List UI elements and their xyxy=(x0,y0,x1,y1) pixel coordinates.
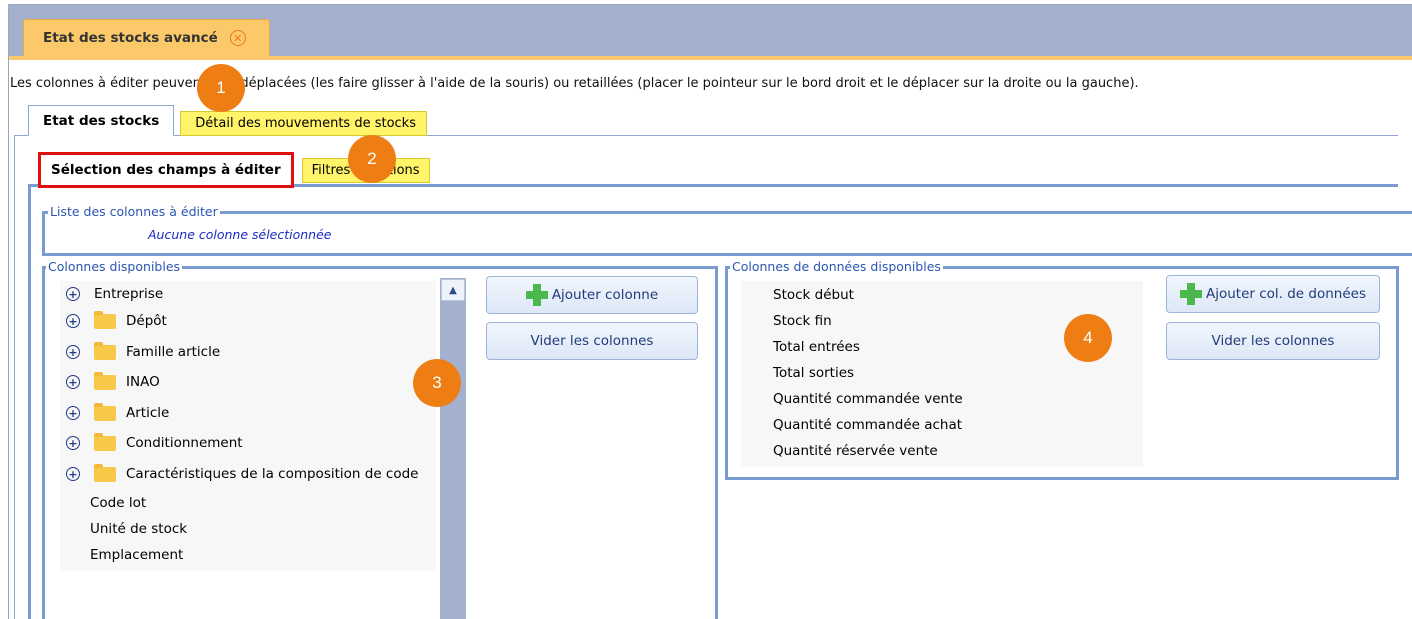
data-column-item[interactable]: Total sorties xyxy=(773,360,854,386)
tree-scrollbar[interactable] xyxy=(440,278,466,619)
clear-columns-button[interactable]: Vider les colonnes xyxy=(486,322,698,360)
expand-icon[interactable]: + xyxy=(66,375,80,389)
available-columns-tree[interactable]: + Entreprise + Dépôt + Famille article +… xyxy=(60,281,436,571)
document-tab[interactable]: Etat des stocks avancé ✕ xyxy=(23,19,270,56)
tree-item-label: Code lot xyxy=(90,495,147,511)
tree-item-code-lot[interactable]: Code lot xyxy=(90,490,146,516)
annotation-badge-3: 3 xyxy=(413,359,461,407)
tab-etat-des-stocks[interactable]: Etat des stocks xyxy=(28,105,175,136)
folder-icon xyxy=(94,341,116,360)
folder-icon xyxy=(94,432,116,451)
tree-item-label: Conditionnement xyxy=(126,435,243,451)
tree-item-label: Caractéristiques de la composition de co… xyxy=(126,466,419,482)
tree-item-famille-article[interactable]: + Famille article xyxy=(66,339,220,365)
tree-item-label: Unité de stock xyxy=(90,521,188,537)
tab-selection-champs[interactable]: Sélection des champs à éditer xyxy=(38,152,294,188)
add-icon xyxy=(1179,283,1202,305)
data-column-item[interactable]: Quantité réservée vente xyxy=(773,438,938,464)
column-list-empty-text: Aucune colonne sélectionnée xyxy=(148,227,332,242)
tree-item-caracteristiques[interactable]: + Caractéristiques de la composition de … xyxy=(66,461,418,487)
folder-icon xyxy=(94,310,116,329)
tree-item-label: Famille article xyxy=(126,344,221,360)
annotation-badge-1: 1 xyxy=(197,64,245,112)
data-column-item[interactable]: Stock début xyxy=(773,282,854,308)
data-column-item[interactable]: Quantité commandée achat xyxy=(773,412,962,438)
add-data-column-button[interactable]: Ajouter col. de données xyxy=(1166,275,1380,313)
data-columns-legend: Colonnes de données disponibles xyxy=(730,259,943,274)
expand-icon[interactable]: + xyxy=(66,314,80,328)
tree-item-entreprise[interactable]: + Entreprise xyxy=(66,281,163,307)
available-columns-legend: Colonnes disponibles xyxy=(46,259,183,274)
add-column-button[interactable]: Ajouter colonne xyxy=(486,276,698,314)
tree-item-label: Dépôt xyxy=(126,313,167,329)
data-column-item[interactable]: Quantité commandée vente xyxy=(773,386,963,412)
tree-item-article[interactable]: + Article xyxy=(66,400,169,426)
folder-icon xyxy=(94,463,116,482)
info-text: Les colonnes à éditer peuvent être dépla… xyxy=(10,76,1139,91)
annotation-badge-4: 4 xyxy=(1064,314,1112,362)
tree-item-unite-stock[interactable]: Unité de stock xyxy=(90,516,187,542)
expand-icon[interactable]: + xyxy=(66,345,80,359)
data-column-item[interactable]: Stock fin xyxy=(773,308,832,334)
close-icon[interactable]: ✕ xyxy=(229,30,246,46)
column-list-legend: Liste des colonnes à éditer xyxy=(48,204,220,219)
tree-item-label: Article xyxy=(126,405,170,421)
folder-icon xyxy=(94,371,116,390)
tree-item-label: Entreprise xyxy=(94,286,164,302)
annotation-badge-2: 2 xyxy=(348,135,396,183)
document-tab-title: Etat des stocks avancé xyxy=(43,30,218,46)
tab-detail-mouvements[interactable]: Détail des mouvements de stocks xyxy=(180,111,427,136)
expand-icon[interactable]: + xyxy=(66,287,80,301)
clear-data-columns-button[interactable]: Vider les colonnes xyxy=(1166,322,1380,360)
tree-item-emplacement[interactable]: Emplacement xyxy=(90,542,183,568)
scroll-up-arrow-icon[interactable]: ▲ xyxy=(441,279,465,301)
tree-item-inao[interactable]: + INAO xyxy=(66,369,160,395)
add-column-label: Ajouter colonne xyxy=(551,287,659,303)
tree-item-label: INAO xyxy=(126,374,160,390)
tree-item-conditionnement[interactable]: + Conditionnement xyxy=(66,430,243,456)
tree-item-depot[interactable]: + Dépôt xyxy=(66,308,167,334)
clear-data-columns-label: Vider les colonnes xyxy=(1211,333,1335,349)
expand-icon[interactable]: + xyxy=(66,436,80,450)
data-column-item[interactable]: Total entrées xyxy=(773,334,860,360)
clear-columns-label: Vider les colonnes xyxy=(530,333,654,349)
tree-item-label: Emplacement xyxy=(90,547,184,563)
tab-bar-underline xyxy=(9,56,1412,60)
expand-icon[interactable]: + xyxy=(66,467,80,481)
add-icon xyxy=(525,284,548,306)
folder-icon xyxy=(94,402,116,421)
data-columns-list[interactable]: Stock début Stock fin Total entrées Tota… xyxy=(741,281,1143,467)
add-data-column-label: Ajouter col. de données xyxy=(1205,286,1366,302)
expand-icon[interactable]: + xyxy=(66,406,80,420)
